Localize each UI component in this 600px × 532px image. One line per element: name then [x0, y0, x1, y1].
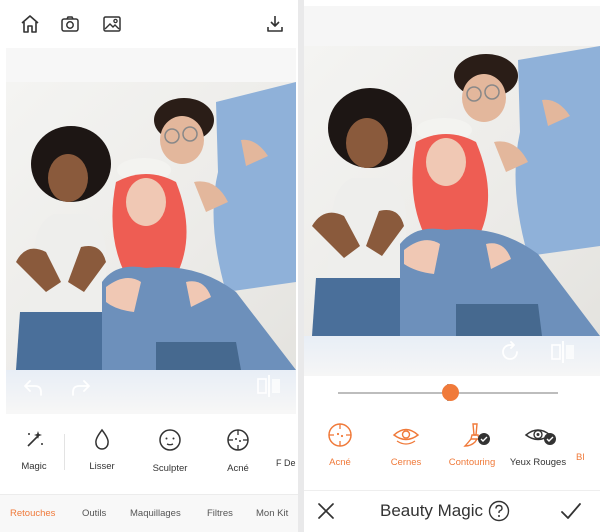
compare-icon[interactable]: [550, 340, 576, 369]
tool-label: Lisser: [89, 461, 115, 472]
top-toolbar: [0, 0, 298, 48]
slider-thumb[interactable]: [441, 384, 459, 401]
check-badge-icon: [478, 432, 490, 450]
tool-label: Acné: [329, 457, 351, 468]
beauty-tools-row: Acné Cernes Contouring Yeux Rouges Bl: [304, 414, 600, 482]
tab-maquillages[interactable]: Maquillages: [130, 508, 181, 519]
tool-label: Yeux Rouges: [509, 457, 567, 468]
check-icon[interactable]: [560, 500, 582, 527]
tools-row: Magic Lisser Sculpter Acné F De: [0, 420, 298, 486]
gallery-icon[interactable]: [100, 12, 124, 36]
tool-magic[interactable]: Magic: [6, 428, 62, 472]
download-icon[interactable]: [263, 12, 287, 36]
photo[interactable]: [6, 82, 296, 370]
reset-icon[interactable]: [498, 340, 522, 369]
tool-sculpter[interactable]: Sculpter: [142, 428, 198, 474]
home-icon[interactable]: [18, 12, 42, 36]
eye-icon: [392, 428, 420, 445]
drop-icon: [95, 428, 109, 450]
tool-label: F De: [276, 458, 296, 468]
canvas-top-margin: [304, 6, 600, 46]
tool-cernes[interactable]: Cernes: [374, 422, 438, 468]
tool-divider: [64, 434, 65, 470]
tool-label: Contouring: [448, 457, 496, 468]
tool-acne[interactable]: Acné: [308, 422, 372, 468]
tab-outils[interactable]: Outils: [82, 508, 106, 519]
redo-icon[interactable]: [70, 376, 92, 403]
compare-icon[interactable]: [256, 374, 282, 403]
tab-mon-kit[interactable]: Mon Kit: [256, 508, 288, 519]
close-icon[interactable]: [316, 501, 336, 526]
tool-yeux-rouges[interactable]: Yeux Rouges: [506, 422, 570, 468]
photo[interactable]: [304, 46, 600, 336]
tool-contouring[interactable]: Contouring: [440, 422, 504, 468]
tool-acne[interactable]: Acné: [210, 428, 266, 474]
tool-label: Magic: [21, 461, 47, 472]
tool-label: Acné: [227, 463, 249, 474]
right-screen: Acné Cernes Contouring Yeux Rouges Bl Be…: [304, 0, 600, 532]
acne-icon: [328, 423, 352, 447]
screen-title: Beauty Magic: [380, 501, 483, 520]
tool-partial[interactable]: F De: [276, 428, 298, 468]
camera-icon[interactable]: [58, 12, 82, 36]
tab-retouches[interactable]: Retouches: [10, 508, 55, 519]
tool-label: Cernes: [390, 457, 422, 468]
tool-label: Bl: [576, 452, 585, 463]
tool-partial[interactable]: Bl: [576, 422, 600, 463]
undo-icon[interactable]: [22, 376, 44, 403]
category-tabs: Retouches Outils Maquillages Filtres Mon…: [0, 494, 298, 532]
check-badge-icon: [544, 432, 556, 450]
partial-icon: [276, 428, 298, 452]
left-screen: Magic Lisser Sculpter Acné F De Retouche…: [0, 0, 298, 532]
tool-lisser[interactable]: Lisser: [74, 428, 130, 472]
intensity-slider[interactable]: [304, 378, 600, 408]
acne-icon: [227, 429, 249, 451]
help-icon[interactable]: [488, 500, 510, 527]
magic-wand-icon: [27, 431, 43, 447]
tool-label: Sculpter: [152, 463, 188, 474]
face-icon: [159, 429, 181, 451]
partial-icon: [576, 422, 600, 448]
tab-filtres[interactable]: Filtres: [207, 508, 233, 519]
bottom-bar: Beauty Magic: [304, 490, 600, 532]
photo-controls-strip: [6, 370, 296, 410]
